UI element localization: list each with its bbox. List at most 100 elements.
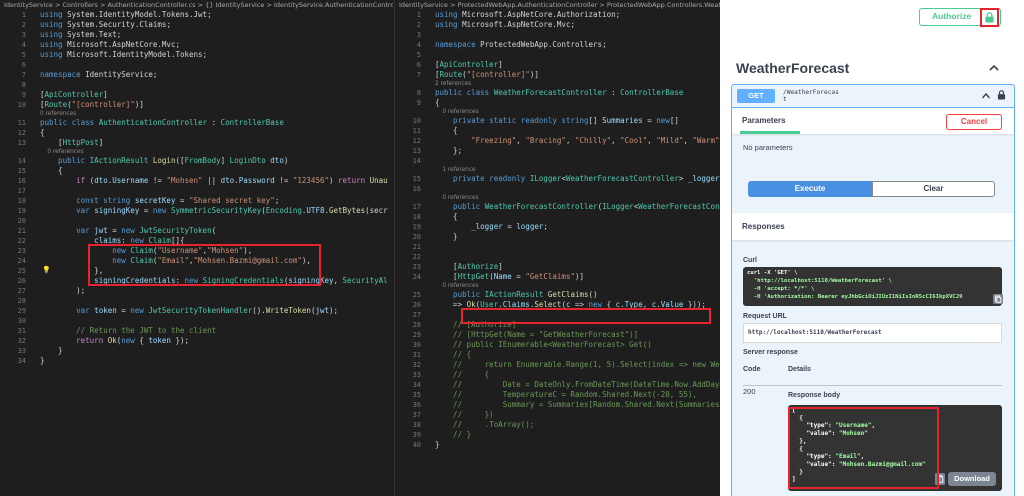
code-line[interactable]: 2 using System.Security.Claims; [0,20,393,30]
code-line[interactable]: 24 new Claim("Email","Mohsen.Bazmi@gmail… [0,256,393,266]
code-line[interactable]: 5 [395,50,721,60]
code-line[interactable]: 26 signingCredentials: new SigningCreden… [0,276,393,286]
code-line[interactable]: 7 namespace IdentityService; [0,70,393,80]
code-line[interactable]: 1 using Microsoft.AspNetCore.Authorizatio… [395,10,721,20]
code-text[interactable]: // .ToArray(); [435,420,721,430]
code-line[interactable]: 4 using Microsoft.AspNetCore.Mvc; [0,40,393,50]
code-line[interactable]: 27 [395,310,721,320]
code-text[interactable]: namespace ProtectedWebApp.Controllers; [435,40,721,50]
code-line[interactable]: 25 }, [0,266,393,276]
code-text[interactable]: signingCredentials: new SigningCredentia… [40,276,393,286]
code-text[interactable]: }, [40,266,393,276]
code-text[interactable]: using Microsoft.AspNetCore.Mvc; [40,40,393,50]
code-line[interactable]: 10 private static readonly string[] Summ… [395,116,721,126]
code-line[interactable]: 25 public IActionResult GetClaims() [395,290,721,300]
code-line[interactable]: 18 { [395,212,721,222]
response-body-box[interactable]: [ { "type": "Username", "value": "Mohsen… [788,405,1002,491]
code-text[interactable]: using System.IdentityModel.Tokens.Jwt; [40,10,393,20]
code-text[interactable]: "Freezing", "Bracing", "Chilly", "Cool",… [435,136,721,146]
response-json[interactable]: [ { "type": "Username", "value": "Mohsen… [792,407,926,484]
download-button[interactable]: Download [948,472,996,486]
code-line[interactable]: 19 var signingKey = new SymmetricSecurit… [0,206,393,216]
code-text[interactable]: using Microsoft.IdentityModel.Tokens; [40,50,393,60]
code-text[interactable]: public IActionResult Login([FromBody] Lo… [40,156,393,166]
code-line[interactable]: 31 // { [395,350,721,360]
lock-icon[interactable] [997,90,1006,100]
codelens-reference[interactable]: 2 references [395,80,721,88]
code-text[interactable]: _logger = logger; [435,222,721,232]
code-text[interactable]: { [435,126,721,136]
code-text[interactable]: }; [435,146,721,156]
code-text[interactable]: using Microsoft.AspNetCore.Mvc; [435,20,721,30]
codelens-reference[interactable]: 0 references [0,110,393,118]
codelens-text[interactable]: 0 references [435,108,721,116]
code-text[interactable]: public IActionResult GetClaims() [435,290,721,300]
code-text[interactable]: } [40,346,393,356]
codelens-text[interactable]: 0 references [40,110,393,118]
code-line[interactable]: 39 // } [395,430,721,440]
operation-summary[interactable]: GET /WeatherForecast [732,85,1014,108]
code-text[interactable]: if (dto.Username != "Mohsen" || dto.Pass… [40,176,393,186]
code-text[interactable]: private static readonly string[] Summari… [435,116,721,126]
code-line[interactable]: 1 using System.IdentityModel.Tokens.Jwt; [0,10,393,20]
code-line[interactable]: 28 // [Authorize] [395,320,721,330]
code-text[interactable]: // Date = DateOnly.FromDateTime(DateTime… [435,380,721,390]
code-line[interactable]: 28 [0,296,393,306]
code-line[interactable]: 14 [395,156,721,166]
code-line[interactable]: 10 [Route("[controller]")] [0,100,393,110]
code-line[interactable]: 27 ); [0,286,393,296]
code-line[interactable]: 4 namespace ProtectedWebApp.Controllers; [395,40,721,50]
codelens-text[interactable]: 2 references [435,80,721,88]
code-line[interactable]: 23 [Authorize] [395,262,721,272]
code-line[interactable]: 21 [395,242,721,252]
code-text[interactable]: [Route("[controller]")] [435,70,721,80]
code-text[interactable]: { [435,212,721,222]
code-text[interactable]: private readonly ILogger<WeatherForecast… [435,174,721,184]
copy-icon[interactable] [935,473,945,485]
code-line[interactable]: 13 [HttpPost] [0,138,393,148]
tab-parameters[interactable]: Parameters [742,116,786,125]
code-text[interactable]: [Route("[controller]")] [40,100,393,110]
code-text[interactable]: using System.Text; [40,30,393,40]
right-code-editor[interactable]: IdentityService > ProtectedWebApp.Authen… [394,0,721,496]
code-line[interactable]: 22 claims: new Claim[]{ [0,236,393,246]
chevron-up-icon[interactable] [988,62,1000,74]
code-line[interactable]: 15 { [0,166,393,176]
code-line[interactable]: 35 // TemperatureC = Random.Shared.Next(… [395,390,721,400]
clear-button[interactable]: Clear [872,181,995,197]
code-line[interactable]: 32 // return Enumerable.Range(1, 5).Sele… [395,360,721,370]
section-title[interactable]: WeatherForecast [736,60,849,76]
code-line[interactable]: 12 { [0,128,393,138]
code-text[interactable]: new Claim("Username","Mohsen"), [40,246,393,256]
code-text[interactable]: // Return the JWT to the client [40,326,393,336]
code-line[interactable]: 20 [0,216,393,226]
code-text[interactable]: } [40,356,393,366]
code-text[interactable]: // { [435,350,721,360]
left-code-editor[interactable]: IdentityService > Controllers > Authenti… [0,0,393,496]
code-text[interactable]: } [435,440,721,450]
codelens-reference[interactable]: 0 references [395,194,721,202]
code-text[interactable]: [HttpGet(Name = "GetClaims")] [435,272,721,282]
code-text[interactable]: } [435,232,721,242]
codelens-text[interactable]: 1 reference [435,166,721,174]
code-line[interactable]: 34 // Date = DateOnly.FromDateTime(DateT… [395,380,721,390]
code-text[interactable]: // TemperatureC = Random.Shared.Next(-20… [435,390,721,400]
curl-command-box[interactable]: curl -X 'GET' \ 'http://localhost:5110/W… [743,267,1002,306]
code-line[interactable]: 3 [395,30,721,40]
code-line[interactable]: 29 var token = new JwtSecurityTokenHandl… [0,306,393,316]
code-text[interactable]: return Ok(new { token }); [40,336,393,346]
code-area[interactable]: 1 using System.IdentityModel.Tokens.Jwt; 2… [0,10,393,366]
code-line[interactable]: 30 [0,316,393,326]
code-text[interactable]: => Ok(User.Claims.Select(c => new { c.Ty… [435,300,721,310]
code-line[interactable]: 22 [395,252,721,262]
code-line[interactable]: 9{ [395,98,721,108]
codelens-reference[interactable]: 0 references [395,108,721,116]
chevron-up-icon[interactable] [981,91,991,101]
code-line[interactable]: 13 }; [395,146,721,156]
code-line[interactable]: 12 "Freezing", "Bracing", "Chilly", "Coo… [395,136,721,146]
code-text[interactable]: public class WeatherForecastController :… [435,88,721,98]
copy-icon[interactable] [993,294,1003,304]
code-text[interactable]: ); [40,286,393,296]
code-line[interactable]: 8 public class WeatherForecastController … [395,88,721,98]
request-url-box[interactable]: http://localhost:5110/WeatherForecast [743,323,1002,343]
